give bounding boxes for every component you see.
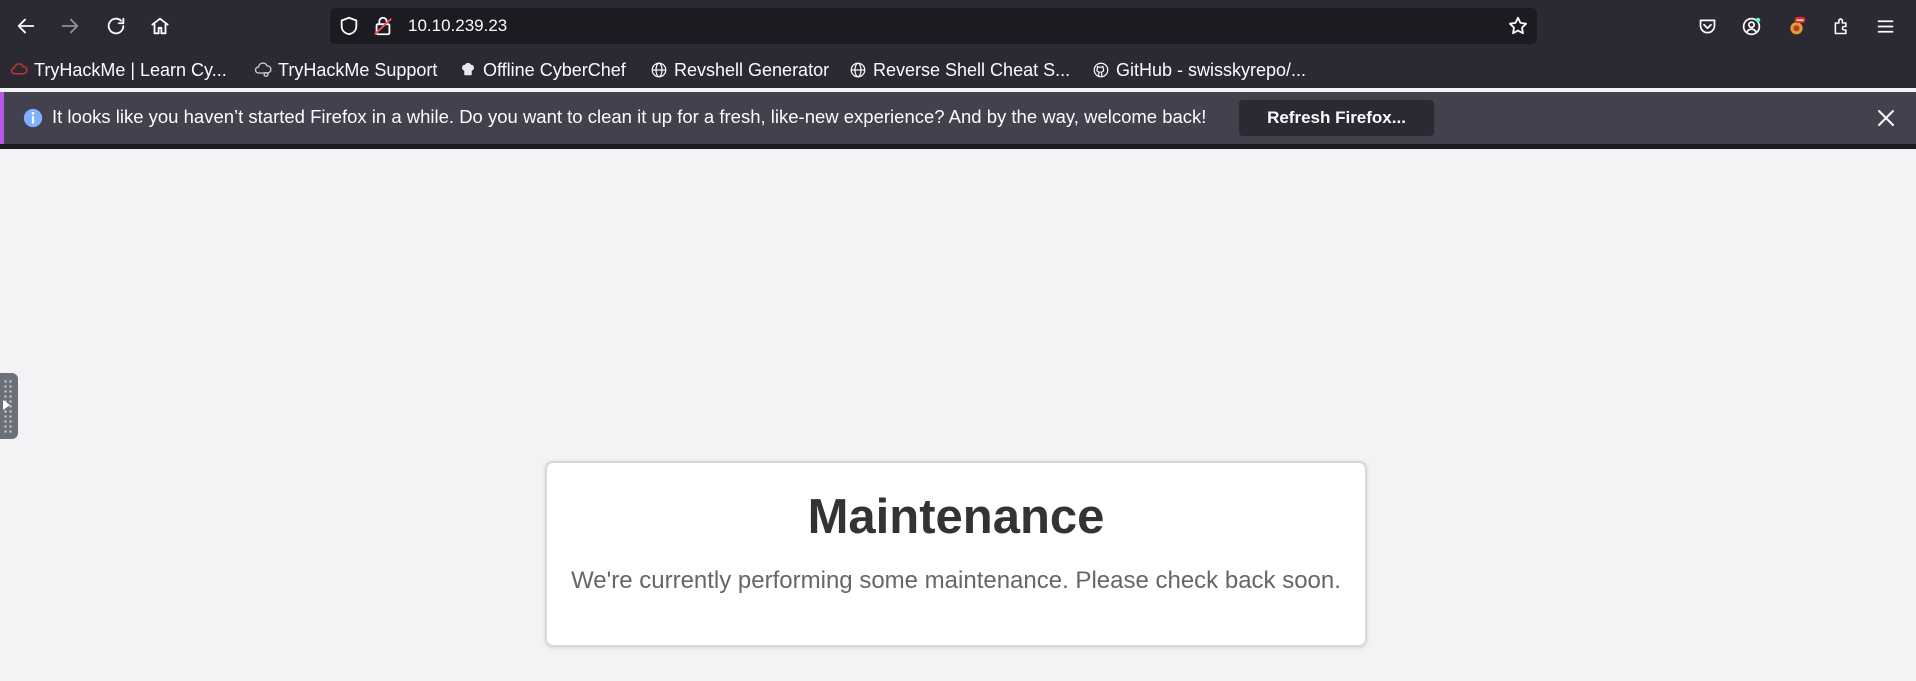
- refresh-firefox-button[interactable]: Refresh Firefox...: [1239, 100, 1434, 136]
- tryhackme-icon: [10, 61, 28, 79]
- browser-toolbar: 10.10.239.23: [0, 0, 1916, 52]
- menu-button[interactable]: [1870, 10, 1900, 42]
- bookmark-item[interactable]: GitHub - swisskyrepo/...: [1092, 58, 1306, 82]
- forward-button[interactable]: [54, 10, 86, 42]
- play-arrow-icon: [3, 400, 10, 410]
- page-title: Maintenance: [807, 490, 1105, 544]
- globe-icon: [849, 61, 867, 79]
- page-content: Maintenance We're currently performing s…: [0, 149, 1916, 681]
- cloud-icon: [254, 61, 272, 79]
- extensions-icon: [1834, 17, 1847, 34]
- close-icon[interactable]: [1874, 106, 1898, 130]
- chef-hat-icon: [459, 61, 477, 79]
- url-text[interactable]: 10.10.239.23: [408, 16, 507, 36]
- maintenance-card: Maintenance We're currently performing s…: [545, 461, 1367, 647]
- notification-message: It looks like you haven’t started Firefo…: [52, 106, 1207, 127]
- back-button[interactable]: [10, 10, 42, 42]
- hamburger-menu-icon: [1877, 19, 1893, 33]
- bookmark-item[interactable]: TryHackMe | Learn Cy...: [10, 58, 227, 82]
- sidebar-toggle-handle[interactable]: [0, 373, 18, 439]
- extensions-button[interactable]: [1826, 10, 1856, 42]
- arrow-right-icon: [61, 18, 79, 34]
- globe-icon: [650, 61, 668, 79]
- bookmark-item[interactable]: TryHackMe Support: [254, 58, 437, 82]
- bookmark-item[interactable]: Reverse Shell Cheat S...: [849, 58, 1070, 82]
- github-icon: [1092, 61, 1110, 79]
- arrow-left-icon: [17, 18, 35, 34]
- extension-badge-button[interactable]: [1781, 10, 1811, 42]
- bookmark-item[interactable]: Offline CyberChef: [459, 58, 626, 82]
- account-button[interactable]: [1736, 10, 1766, 42]
- account-icon: [1742, 17, 1760, 35]
- pocket-icon: [1699, 19, 1715, 33]
- home-button[interactable]: [144, 10, 176, 42]
- extension-badge-icon: [1789, 16, 1805, 34]
- pocket-button[interactable]: [1692, 10, 1722, 42]
- bookmark-star-icon[interactable]: [1507, 15, 1529, 37]
- bookmarks-toolbar: TryHackMe | Learn Cy... TryHackMe Suppor…: [0, 52, 1916, 88]
- home-icon: [151, 17, 169, 35]
- insecure-lock-icon[interactable]: [372, 15, 394, 37]
- refresh-firefox-notification: It looks like you haven’t started Firefo…: [0, 92, 1916, 144]
- info-icon: [23, 108, 43, 128]
- reload-icon: [107, 17, 125, 35]
- shield-icon[interactable]: [338, 15, 360, 37]
- maintenance-message: We're currently performing some maintena…: [571, 567, 1341, 594]
- url-bar[interactable]: 10.10.239.23: [330, 8, 1537, 44]
- bookmark-item[interactable]: Revshell Generator: [650, 58, 829, 82]
- reload-button[interactable]: [100, 10, 132, 42]
